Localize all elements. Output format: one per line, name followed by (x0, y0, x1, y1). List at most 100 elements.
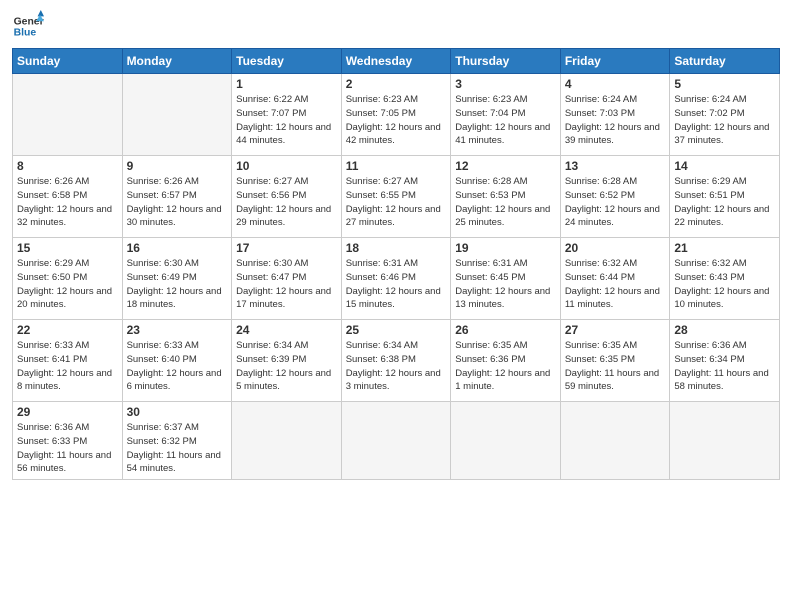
day-number: 28 (674, 323, 775, 337)
day-info: Sunrise: 6:35 AMSunset: 6:36 PMDaylight:… (455, 339, 556, 394)
col-header-wednesday: Wednesday (341, 49, 451, 74)
day-number: 4 (565, 77, 666, 91)
day-number: 8 (17, 159, 118, 173)
calendar-cell (451, 402, 561, 480)
day-info: Sunrise: 6:26 AMSunset: 6:58 PMDaylight:… (17, 175, 118, 230)
calendar-cell: 21 Sunrise: 6:32 AMSunset: 6:43 PMDayligh… (670, 238, 780, 320)
day-info: Sunrise: 6:28 AMSunset: 6:53 PMDaylight:… (455, 175, 556, 230)
day-info: Sunrise: 6:35 AMSunset: 6:35 PMDaylight:… (565, 339, 666, 394)
calendar-cell: 4 Sunrise: 6:24 AMSunset: 7:03 PMDaylight… (560, 74, 670, 156)
day-info: Sunrise: 6:23 AMSunset: 7:05 PMDaylight:… (346, 93, 447, 148)
day-info: Sunrise: 6:30 AMSunset: 6:47 PMDaylight:… (236, 257, 337, 312)
calendar-cell: 5 Sunrise: 6:24 AMSunset: 7:02 PMDaylight… (670, 74, 780, 156)
day-number: 2 (346, 77, 447, 91)
calendar-week-row: 1 Sunrise: 6:22 AMSunset: 7:07 PMDaylight… (13, 74, 780, 156)
day-number: 5 (674, 77, 775, 91)
day-number: 14 (674, 159, 775, 173)
calendar-cell: 17 Sunrise: 6:30 AMSunset: 6:47 PMDayligh… (232, 238, 342, 320)
calendar-cell: 16 Sunrise: 6:30 AMSunset: 6:49 PMDayligh… (122, 238, 232, 320)
day-info: Sunrise: 6:30 AMSunset: 6:49 PMDaylight:… (127, 257, 228, 312)
day-number: 13 (565, 159, 666, 173)
day-info: Sunrise: 6:37 AMSunset: 6:32 PMDaylight:… (127, 421, 228, 476)
day-info: Sunrise: 6:29 AMSunset: 6:51 PMDaylight:… (674, 175, 775, 230)
day-info: Sunrise: 6:33 AMSunset: 6:40 PMDaylight:… (127, 339, 228, 394)
day-info: Sunrise: 6:24 AMSunset: 7:02 PMDaylight:… (674, 93, 775, 148)
day-info: Sunrise: 6:32 AMSunset: 6:43 PMDaylight:… (674, 257, 775, 312)
calendar-header-row: SundayMondayTuesdayWednesdayThursdayFrid… (13, 49, 780, 74)
calendar-cell (341, 402, 451, 480)
day-info: Sunrise: 6:24 AMSunset: 7:03 PMDaylight:… (565, 93, 666, 148)
col-header-saturday: Saturday (670, 49, 780, 74)
calendar-cell: 10 Sunrise: 6:27 AMSunset: 6:56 PMDayligh… (232, 156, 342, 238)
day-number: 10 (236, 159, 337, 173)
day-info: Sunrise: 6:27 AMSunset: 6:55 PMDaylight:… (346, 175, 447, 230)
day-number: 26 (455, 323, 556, 337)
calendar-week-row: 29Sunrise: 6:36 AMSunset: 6:33 PMDayligh… (13, 402, 780, 480)
day-number: 27 (565, 323, 666, 337)
calendar-cell: 15 Sunrise: 6:29 AMSunset: 6:50 PMDayligh… (13, 238, 123, 320)
calendar-week-row: 15 Sunrise: 6:29 AMSunset: 6:50 PMDayligh… (13, 238, 780, 320)
calendar-cell: 12 Sunrise: 6:28 AMSunset: 6:53 PMDayligh… (451, 156, 561, 238)
day-info: Sunrise: 6:29 AMSunset: 6:50 PMDaylight:… (17, 257, 118, 312)
col-header-sunday: Sunday (13, 49, 123, 74)
day-info: Sunrise: 6:26 AMSunset: 6:57 PMDaylight:… (127, 175, 228, 230)
day-number: 15 (17, 241, 118, 255)
calendar-cell: 23 Sunrise: 6:33 AMSunset: 6:40 PMDayligh… (122, 320, 232, 402)
calendar-cell: 3Sunrise: 6:23 AMSunset: 7:04 PMDaylight… (451, 74, 561, 156)
header: General Blue (12, 10, 780, 42)
calendar-cell: 14 Sunrise: 6:29 AMSunset: 6:51 PMDayligh… (670, 156, 780, 238)
day-number: 30 (127, 405, 228, 419)
calendar-cell: 11Sunrise: 6:27 AMSunset: 6:55 PMDayligh… (341, 156, 451, 238)
logo-icon: General Blue (12, 10, 44, 42)
day-info: Sunrise: 6:34 AMSunset: 6:39 PMDaylight:… (236, 339, 337, 394)
col-header-tuesday: Tuesday (232, 49, 342, 74)
calendar-cell: 28 Sunrise: 6:36 AMSunset: 6:34 PMDayligh… (670, 320, 780, 402)
day-info: Sunrise: 6:36 AMSunset: 6:34 PMDaylight:… (674, 339, 775, 394)
day-number: 20 (565, 241, 666, 255)
calendar-cell: 30 Sunrise: 6:37 AMSunset: 6:32 PMDayligh… (122, 402, 232, 480)
calendar-cell: 13 Sunrise: 6:28 AMSunset: 6:52 PMDayligh… (560, 156, 670, 238)
day-number: 22 (17, 323, 118, 337)
day-number: 25 (346, 323, 447, 337)
calendar-cell (122, 74, 232, 156)
calendar-table: SundayMondayTuesdayWednesdayThursdayFrid… (12, 48, 780, 480)
day-number: 24 (236, 323, 337, 337)
calendar-cell: 18 Sunrise: 6:31 AMSunset: 6:46 PMDayligh… (341, 238, 451, 320)
calendar-cell: 25 Sunrise: 6:34 AMSunset: 6:38 PMDayligh… (341, 320, 451, 402)
day-info: Sunrise: 6:22 AMSunset: 7:07 PMDaylight:… (236, 93, 337, 148)
svg-text:Blue: Blue (14, 28, 37, 39)
day-number: 21 (674, 241, 775, 255)
day-info: Sunrise: 6:32 AMSunset: 6:44 PMDaylight:… (565, 257, 666, 312)
day-number: 18 (346, 241, 447, 255)
day-info: Sunrise: 6:36 AMSunset: 6:33 PMDaylight:… (17, 421, 118, 476)
day-info: Sunrise: 6:28 AMSunset: 6:52 PMDaylight:… (565, 175, 666, 230)
day-info: Sunrise: 6:23 AMSunset: 7:04 PMDaylight:… (455, 93, 556, 148)
calendar-cell: 27 Sunrise: 6:35 AMSunset: 6:35 PMDayligh… (560, 320, 670, 402)
day-number: 16 (127, 241, 228, 255)
day-number: 17 (236, 241, 337, 255)
day-info: Sunrise: 6:33 AMSunset: 6:41 PMDaylight:… (17, 339, 118, 394)
calendar-cell: 19 Sunrise: 6:31 AMSunset: 6:45 PMDayligh… (451, 238, 561, 320)
day-number: 19 (455, 241, 556, 255)
day-info: Sunrise: 6:34 AMSunset: 6:38 PMDaylight:… (346, 339, 447, 394)
calendar-cell: 26 Sunrise: 6:35 AMSunset: 6:36 PMDayligh… (451, 320, 561, 402)
day-number: 1 (236, 77, 337, 91)
day-number: 12 (455, 159, 556, 173)
calendar-cell: 20 Sunrise: 6:32 AMSunset: 6:44 PMDayligh… (560, 238, 670, 320)
calendar-week-row: 22 Sunrise: 6:33 AMSunset: 6:41 PMDayligh… (13, 320, 780, 402)
calendar-cell (232, 402, 342, 480)
calendar-cell: 24 Sunrise: 6:34 AMSunset: 6:39 PMDayligh… (232, 320, 342, 402)
col-header-thursday: Thursday (451, 49, 561, 74)
day-number: 9 (127, 159, 228, 173)
day-info: Sunrise: 6:31 AMSunset: 6:46 PMDaylight:… (346, 257, 447, 312)
calendar-cell: 8 Sunrise: 6:26 AMSunset: 6:58 PMDaylight… (13, 156, 123, 238)
day-info: Sunrise: 6:27 AMSunset: 6:56 PMDaylight:… (236, 175, 337, 230)
page-container: General Blue SundayMondayTuesdayWednesda… (0, 0, 792, 612)
day-info: Sunrise: 6:31 AMSunset: 6:45 PMDaylight:… (455, 257, 556, 312)
calendar-cell: 22 Sunrise: 6:33 AMSunset: 6:41 PMDayligh… (13, 320, 123, 402)
calendar-cell (13, 74, 123, 156)
calendar-week-row: 8 Sunrise: 6:26 AMSunset: 6:58 PMDaylight… (13, 156, 780, 238)
calendar-cell: 29Sunrise: 6:36 AMSunset: 6:33 PMDayligh… (13, 402, 123, 480)
day-number: 23 (127, 323, 228, 337)
calendar-cell: 9 Sunrise: 6:26 AMSunset: 6:57 PMDaylight… (122, 156, 232, 238)
